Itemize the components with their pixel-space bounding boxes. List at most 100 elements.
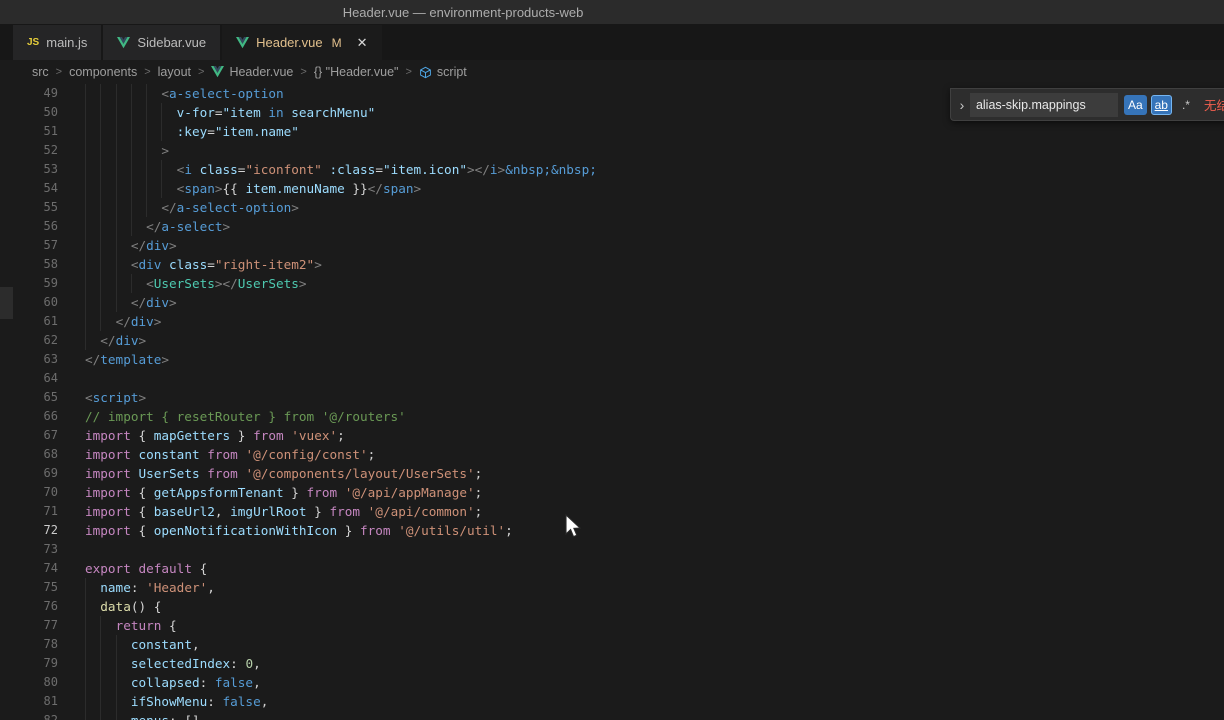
indent-guide [100, 160, 102, 179]
indent-guide [146, 179, 148, 198]
code-line[interactable]: 68 import constant from '@/config/const'; [0, 445, 1224, 464]
indent-guide [100, 635, 102, 654]
line-number: 51 [43, 124, 58, 138]
indent-guide [85, 293, 86, 312]
code-line[interactable]: 66 // import { resetRouter } from '@/rout… [0, 407, 1224, 426]
close-icon[interactable]: ✕ [357, 36, 368, 49]
code-line[interactable]: 63 </template> [0, 350, 1224, 369]
find-options: Aa ab .* [1123, 94, 1196, 115]
code-text: <a-select-option [85, 84, 284, 103]
indent-guide [100, 274, 102, 293]
code-line[interactable]: 57 </div> [0, 236, 1224, 255]
code-line[interactable]: 71 import { baseUrl2, imgUrlRoot } from '… [0, 502, 1224, 521]
indent-guide [85, 198, 86, 217]
code-line[interactable]: 78 constant, [0, 635, 1224, 654]
indent-guide [100, 84, 102, 103]
breadcrumb-item-layout[interactable]: layout [158, 65, 191, 79]
code-line[interactable]: 54 <span>{{ item.menuName }}</span> [0, 179, 1224, 198]
indent-guide [115, 255, 117, 274]
breadcrumb-item-components[interactable]: components [69, 65, 137, 79]
code-line[interactable]: 56 </a-select> [0, 217, 1224, 236]
indent-guide [115, 673, 117, 692]
find-toggle-chevron-icon[interactable]: › [957, 97, 967, 113]
code-text: collapsed: false, [85, 673, 261, 692]
find-input[interactable] [969, 92, 1118, 117]
code-text: > [85, 141, 169, 160]
indent-guide [130, 179, 132, 198]
line-number: 70 [43, 485, 58, 499]
chevron-right-icon: > [144, 66, 151, 78]
code-line[interactable]: 51 :key="item.name" [0, 122, 1224, 141]
breadcrumb-item-src[interactable]: src [32, 65, 49, 79]
code-line[interactable]: 67 import { mapGetters } from 'vuex'; [0, 426, 1224, 445]
code-line[interactable]: 79 selectedIndex: 0, [0, 654, 1224, 673]
indent-guide [115, 654, 117, 673]
indent-guide [85, 274, 86, 293]
tab-header-vue[interactable]: Header.vue M ✕ [222, 25, 382, 60]
code-line[interactable]: 70 import { getAppsformTenant } from '@/a… [0, 483, 1224, 502]
breadcrumb-item-header-vue[interactable]: Header.vue [211, 65, 293, 79]
code-text: constant, [85, 635, 200, 654]
code-line[interactable]: 65 <script> [0, 388, 1224, 407]
code-text: </div> [85, 312, 161, 331]
regex-icon[interactable]: .* [1176, 95, 1196, 115]
code-text: data() { [85, 597, 161, 616]
code-line[interactable]: 64 [0, 369, 1224, 388]
line-number: 71 [43, 504, 58, 518]
breadcrumb-item--header-vue-[interactable]: {} "Header.vue" [314, 65, 399, 79]
code-line[interactable]: 76 data() { [0, 597, 1224, 616]
code-line[interactable]: 59 <UserSets></UserSets> [0, 274, 1224, 293]
indent-guide [85, 578, 86, 597]
git-modified-badge: M [331, 35, 342, 50]
indent-guide [85, 692, 86, 711]
indent-guide [146, 122, 148, 141]
tab-strip: JS main.js Sidebar.vue Header.vue M ✕ [0, 25, 1224, 60]
line-number: 50 [43, 105, 58, 119]
code-line[interactable]: 81 ifShowMenu: false, [0, 692, 1224, 711]
code-text: import { baseUrl2, imgUrlRoot } from '@/… [85, 504, 483, 519]
code-line[interactable]: 58 <div class="right-item2"> [0, 255, 1224, 274]
editor-code-area[interactable]: 49 <a-select-option 50 v-for="item in sea… [0, 84, 1224, 720]
code-line[interactable]: 72 import { openNotificationWithIcon } fr… [0, 521, 1224, 540]
code-line[interactable]: 55 </a-select-option> [0, 198, 1224, 217]
code-line[interactable]: 75 name: 'Header', [0, 578, 1224, 597]
line-number: 76 [43, 599, 58, 613]
indent-guide [100, 141, 102, 160]
indent-guide [85, 616, 86, 635]
code-text: name: 'Header', [85, 578, 215, 597]
code-line[interactable]: 53 <i class="iconfont" :class="item.icon… [0, 160, 1224, 179]
tab-sidebar-vue[interactable]: Sidebar.vue [103, 25, 221, 60]
tab-label: Header.vue [256, 35, 323, 50]
vue-icon [211, 66, 225, 78]
match-case-icon[interactable]: Aa [1123, 94, 1147, 115]
breadcrumb-item-script[interactable]: script [419, 65, 467, 79]
code-line[interactable]: 73 [0, 540, 1224, 559]
code-line[interactable]: 62 </div> [0, 331, 1224, 350]
indent-guide [146, 160, 148, 179]
code-line[interactable]: 80 collapsed: false, [0, 673, 1224, 692]
tab-main-js[interactable]: JS main.js [13, 25, 102, 60]
indent-guide [100, 654, 102, 673]
js-icon: JS [27, 37, 40, 48]
whole-word-icon[interactable]: ab [1150, 94, 1172, 115]
code-line[interactable]: 69 import UserSets from '@/components/lay… [0, 464, 1224, 483]
code-text: </div> [85, 293, 177, 312]
line-number: 74 [43, 561, 58, 575]
cube-icon [420, 66, 431, 78]
code-line[interactable]: 74 export default { [0, 559, 1224, 578]
code-line[interactable]: 60 </div> [0, 293, 1224, 312]
code-text: import { mapGetters } from 'vuex'; [85, 428, 345, 443]
indent-guide [100, 255, 102, 274]
indent-guide [85, 122, 86, 141]
chevron-right-icon: > [405, 66, 412, 78]
line-number: 66 [43, 409, 58, 423]
breadcrumb-label: src [32, 65, 49, 79]
code-line[interactable]: 61 </div> [0, 312, 1224, 331]
breadcrumb-label: {} "Header.vue" [313, 65, 399, 79]
code-line[interactable]: 82 menus: [] [0, 711, 1224, 720]
find-results-count: 无结 [1203, 99, 1224, 113]
line-number: 75 [43, 580, 58, 594]
code-line[interactable]: 52 > [0, 141, 1224, 160]
breadcrumb-label: Header.vue [229, 65, 294, 79]
code-line[interactable]: 77 return { [0, 616, 1224, 635]
